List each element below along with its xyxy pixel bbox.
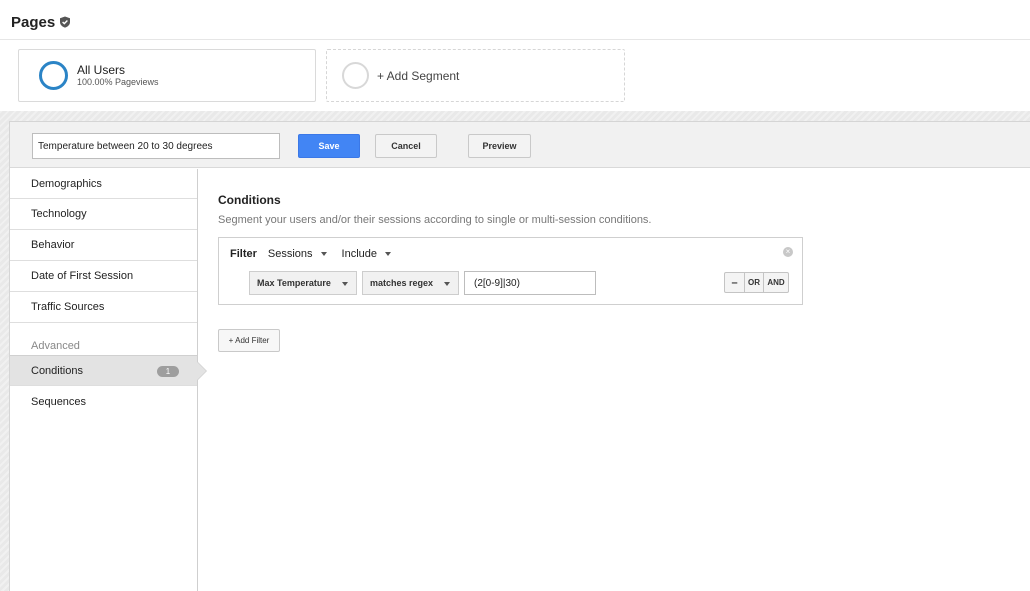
sidebar-item-label: Traffic Sources — [31, 301, 105, 313]
segment-editor-frame: Save Cancel Preview Demographics Technol… — [0, 111, 1030, 591]
filter-mode-dropdown[interactable]: Include — [341, 248, 392, 260]
sidebar-item-label: Behavior — [31, 239, 75, 251]
sidebar-item-conditions[interactable]: Conditions 1 — [10, 355, 207, 386]
cancel-button[interactable]: Cancel — [375, 134, 437, 158]
dimension-value: Max Temperature — [257, 278, 331, 288]
segment-sidebar: Demographics Technology Behavior Date of… — [10, 169, 207, 591]
filter-header: Filter Sessions Include — [230, 248, 406, 260]
or-button[interactable]: OR — [744, 273, 763, 292]
sidebar-item-demographics[interactable]: Demographics — [10, 169, 197, 199]
editor-toolbar: Save Cancel Preview — [10, 122, 1030, 168]
remove-condition-button[interactable]: – — [725, 273, 744, 292]
operator-select[interactable]: matches regex — [362, 271, 459, 295]
segment-name: All Users — [77, 62, 126, 77]
chevron-down-icon — [320, 252, 327, 256]
segment-bar: All Users 100.00% Pageviews + Add Segmen… — [0, 39, 1030, 111]
remove-filter-close-icon[interactable]: × — [783, 247, 793, 257]
condition-logic-group: – OR AND — [724, 272, 789, 293]
sidebar-item-label: Sequences — [31, 395, 87, 408]
filter-card: Filter Sessions Include × Max Temperatur… — [218, 237, 803, 305]
segment-ring-icon — [39, 61, 68, 90]
segment-name-input[interactable] — [32, 133, 280, 159]
chevron-down-icon — [342, 282, 348, 286]
filter-scope-dropdown[interactable]: Sessions — [268, 248, 327, 260]
active-pointer — [197, 362, 206, 380]
add-filter-button[interactable]: + Add Filter — [218, 329, 280, 352]
sidebar-item-label: Demographics — [31, 177, 102, 190]
preview-button[interactable]: Preview — [468, 134, 531, 158]
sidebar-item-label: Date of First Session — [31, 270, 134, 282]
add-segment-button[interactable]: + Add Segment — [326, 49, 625, 102]
sidebar-item-label: Conditions — [31, 364, 83, 377]
empty-segment-ring-icon — [342, 62, 369, 89]
add-segment-label: + Add Segment — [377, 68, 460, 83]
sidebar-item-date-of-first-session[interactable]: Date of First Session — [10, 261, 197, 292]
save-button[interactable]: Save — [298, 134, 360, 158]
segment-editor: Save Cancel Preview Demographics Technol… — [9, 121, 1030, 591]
sidebar-item-sequences[interactable]: Sequences — [10, 386, 197, 417]
condition-count-badge: 1 — [157, 366, 179, 377]
chevron-down-icon — [385, 252, 392, 256]
sidebar-item-traffic-sources[interactable]: Traffic Sources — [10, 292, 197, 323]
sidebar-item-label: Technology — [31, 208, 87, 220]
page-header: Pages — [11, 12, 71, 32]
segment-subtitle: 100.00% Pageviews — [77, 76, 159, 87]
filter-mode-value: Include — [341, 248, 378, 260]
segment-all-users[interactable]: All Users 100.00% Pageviews — [18, 49, 316, 102]
and-button[interactable]: AND — [763, 273, 788, 292]
filter-scope-value: Sessions — [267, 248, 313, 260]
condition-value-input[interactable] — [464, 271, 596, 295]
page-title: Pages — [11, 13, 56, 31]
dimension-select[interactable]: Max Temperature — [249, 271, 357, 295]
conditions-title: Conditions — [218, 193, 281, 207]
filter-label: Filter — [230, 248, 257, 260]
sidebar-item-technology[interactable]: Technology — [10, 199, 197, 230]
verified-shield-icon — [60, 16, 71, 28]
sidebar-section-advanced: Advanced — [31, 340, 80, 352]
operator-value: matches regex — [370, 278, 434, 288]
conditions-description: Segment your users and/or their sessions… — [218, 214, 652, 226]
chevron-down-icon — [444, 282, 450, 286]
sidebar-item-behavior[interactable]: Behavior — [10, 230, 197, 261]
